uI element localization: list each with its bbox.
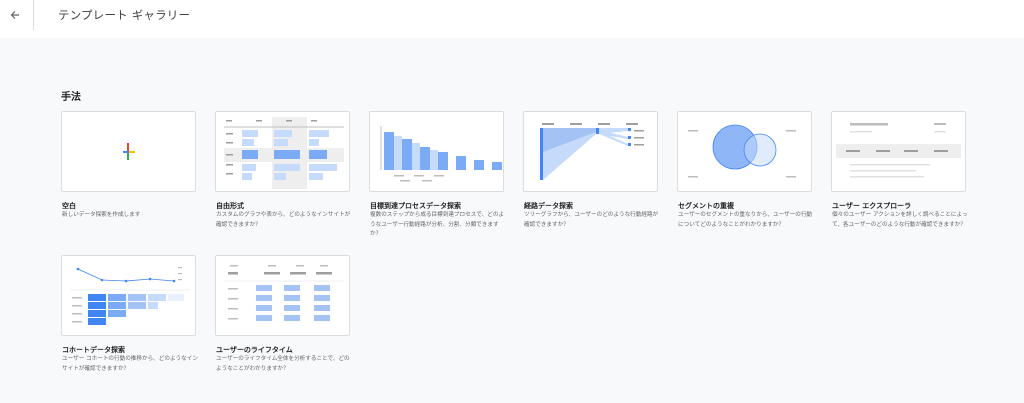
template-card-path[interactable]	[523, 111, 658, 192]
header-divider	[33, 0, 34, 30]
user-explorer-thumbnail	[836, 123, 961, 178]
template-description: ユーザーのライフタイム全体を分析することで、どのようなことがわかりますか？	[216, 356, 350, 372]
template-card-funnel[interactable]	[369, 111, 504, 192]
template-description: 新しいデータ探索を作成します	[62, 212, 141, 218]
template-description: 個々のユーザー アクションを詳しく調べることによって、各ユーザーのどのような行動…	[832, 212, 968, 228]
template-name[interactable]: 自由形式	[216, 201, 244, 211]
template-card-blank[interactable]	[61, 111, 196, 192]
template-name[interactable]: 経路データ探索	[524, 201, 573, 211]
section-title: 手法	[61, 92, 81, 103]
free-form-thumbnail	[224, 117, 344, 189]
arrow-back-icon[interactable]	[4, 4, 26, 26]
user-lifetime-thumbnail	[224, 265, 344, 321]
plus-icon	[123, 143, 135, 160]
template-name[interactable]: コホートデータ探索	[62, 345, 125, 355]
page-title: テンプレート ギャラリー	[58, 8, 191, 22]
top-bar: テンプレート ギャラリー	[0, 0, 1024, 38]
segment-overlap-thumbnail	[688, 124, 796, 178]
template-description: カスタムのグラフや表から、どのようなインサイトが確認できますか？	[216, 212, 351, 228]
template-card-segment-overlap[interactable]	[677, 111, 812, 192]
template-card-free-form[interactable]	[215, 111, 350, 192]
template-description: ユーザー コホートの行動の推移から、どのようなインサイトが確認できますか？	[62, 356, 198, 372]
template-name[interactable]: ユーザー エクスプローラ	[832, 201, 911, 211]
template-description: ユーザーのセグメントの重なりから、ユーザーの行動についてどのようなことがわかりま…	[678, 212, 813, 228]
funnel-thumbnail	[380, 126, 502, 182]
cohort-thumbnail	[70, 267, 190, 325]
template-name[interactable]: 目標到達プロセスデータ探索	[370, 201, 461, 211]
template-description: ツリーグラフから、ユーザーのどのような行動経路が確認できますか？	[524, 212, 659, 228]
template-name[interactable]: ユーザーのライフタイム	[216, 345, 293, 355]
path-thumbnail	[540, 123, 644, 180]
template-description: 複数のステップから成る目標到達プロセスで、どのようなユーザー行動経路が分析、分割…	[370, 212, 505, 237]
template-name[interactable]: 空白	[62, 201, 76, 211]
template-card-cohort[interactable]	[61, 255, 196, 336]
template-card-user-explorer[interactable]	[831, 111, 966, 192]
template-name[interactable]: セグメントの重複	[678, 201, 734, 211]
template-card-user-lifetime[interactable]	[215, 255, 350, 336]
